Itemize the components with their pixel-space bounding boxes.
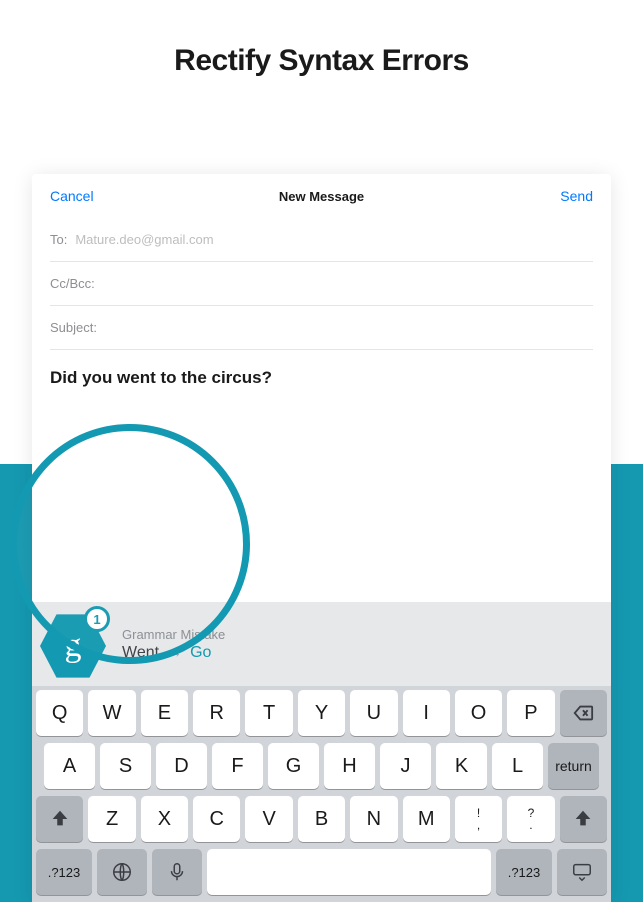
key-v[interactable]: V	[245, 796, 292, 842]
subject-field[interactable]: Subject:	[50, 306, 593, 350]
key-c[interactable]: C	[193, 796, 240, 842]
keyboard-row-4: .?123 .?123	[36, 849, 607, 895]
key-y[interactable]: Y	[298, 690, 345, 736]
keyboard-dismiss-icon	[571, 861, 593, 883]
key-r[interactable]: R	[193, 690, 240, 736]
key-w[interactable]: W	[88, 690, 135, 736]
backspace-icon	[572, 702, 594, 724]
key-q[interactable]: Q	[36, 690, 83, 736]
key-period[interactable]: ? .	[507, 796, 554, 842]
to-label: To:	[50, 232, 67, 247]
shift-key-right[interactable]	[560, 796, 607, 842]
keyboard: Q W E R T Y U I O P A S D F G H	[32, 686, 611, 895]
ccbcc-label: Cc/Bcc:	[50, 276, 95, 291]
key-o[interactable]: O	[455, 690, 502, 736]
page-title: Rectify Syntax Errors	[0, 44, 643, 78]
keyboard-row-3: Z X C V B N M ! , ? .	[36, 796, 607, 842]
key-g[interactable]: G	[268, 743, 319, 789]
shift-key[interactable]	[36, 796, 83, 842]
backspace-key[interactable]	[560, 690, 607, 736]
arrow-right-icon: →	[167, 644, 182, 661]
key-t[interactable]: T	[245, 690, 292, 736]
keyboard-row-2: A S D F G H J K L return	[36, 743, 607, 789]
key-a[interactable]: A	[44, 743, 95, 789]
key-h[interactable]: H	[324, 743, 375, 789]
dismiss-keyboard-key[interactable]	[557, 849, 607, 895]
key-k[interactable]: K	[436, 743, 487, 789]
key-p[interactable]: P	[507, 690, 554, 736]
mic-key[interactable]	[152, 849, 202, 895]
compose-title: New Message	[186, 189, 458, 204]
symbols-key-right[interactable]: .?123	[496, 849, 552, 895]
space-key[interactable]	[207, 849, 491, 895]
suggestion-bar[interactable]: g 1 Grammar Mistake Went → Go	[32, 602, 611, 686]
suggestion-to: Go	[190, 644, 211, 662]
key-d[interactable]: D	[156, 743, 207, 789]
keyboard-area: g 1 Grammar Mistake Went → Go Q W E R T …	[32, 602, 611, 902]
suggestion-from: Went	[122, 644, 159, 662]
keyboard-row-1: Q W E R T Y U I O P	[36, 690, 607, 736]
key-x[interactable]: X	[141, 796, 188, 842]
symbols-key-left[interactable]: .?123	[36, 849, 92, 895]
suggestion-title: Grammar Mistake	[122, 627, 225, 642]
to-field[interactable]: To: Mature.deo@gmail.com	[50, 218, 593, 262]
compose-header: Cancel New Message Send	[32, 174, 611, 218]
shift-icon	[49, 808, 71, 830]
key-l[interactable]: L	[492, 743, 543, 789]
key-u[interactable]: U	[350, 690, 397, 736]
subject-label: Subject:	[50, 320, 97, 335]
grammar-count-badge: 1	[84, 606, 110, 632]
cancel-button[interactable]: Cancel	[50, 188, 186, 204]
key-comma[interactable]: ! ,	[455, 796, 502, 842]
key-z[interactable]: Z	[88, 796, 135, 842]
key-b[interactable]: B	[298, 796, 345, 842]
key-j[interactable]: J	[380, 743, 431, 789]
compose-screen: Cancel New Message Send To: Mature.deo@g…	[32, 174, 611, 902]
return-key[interactable]: return	[548, 743, 599, 789]
globe-icon	[111, 861, 133, 883]
ccbcc-field[interactable]: Cc/Bcc:	[50, 262, 593, 306]
key-i[interactable]: I	[403, 690, 450, 736]
shift-icon	[572, 808, 594, 830]
key-m[interactable]: M	[403, 796, 450, 842]
microphone-icon	[166, 861, 188, 883]
message-body[interactable]: Did you went to the circus?	[50, 368, 593, 388]
to-value: Mature.deo@gmail.com	[75, 232, 213, 247]
key-e[interactable]: E	[141, 690, 188, 736]
globe-key[interactable]	[97, 849, 147, 895]
grammar-badge[interactable]: g 1	[40, 610, 106, 682]
key-f[interactable]: F	[212, 743, 263, 789]
key-s[interactable]: S	[100, 743, 151, 789]
send-button[interactable]: Send	[457, 188, 593, 204]
key-n[interactable]: N	[350, 796, 397, 842]
